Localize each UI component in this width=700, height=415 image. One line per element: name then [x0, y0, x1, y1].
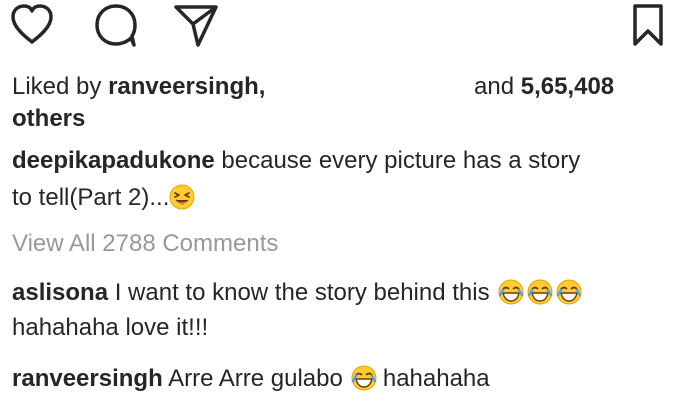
face-with-tears-of-joy-emoji [527, 279, 553, 305]
likes-others[interactable]: others [12, 104, 85, 134]
caption-line-2: to tell(Part 2)... [12, 183, 195, 213]
likes-prefix: Liked by [12, 73, 102, 100]
comment-bubble-icon[interactable] [92, 2, 140, 48]
comment-row: ranveersingh Arre Arre gulabo hahahaha [12, 364, 490, 394]
comment-text: Arre Arre gulabo [168, 365, 343, 392]
heart-icon[interactable] [8, 2, 56, 46]
comment-text-line1: I want to know the story behind this [114, 279, 490, 306]
comment-text-after: hahahaha [382, 365, 490, 392]
action-bar [0, 0, 700, 60]
likes-and-text: and [474, 73, 515, 100]
comment-line-2: hahahaha love it!!! [12, 314, 209, 341]
comment-row: aslisona I want to know the story behind… [12, 278, 582, 308]
likes-count-group: and 5,65,408 [474, 72, 614, 102]
face-with-tears-of-joy-emoji [498, 279, 524, 305]
liked-by-user-link[interactable]: ranveersingh, [108, 73, 265, 100]
face-with-tears-of-joy-emoji [351, 365, 377, 391]
view-all-comments-link[interactable]: View All 2788 Comments [12, 229, 278, 259]
caption-username-link[interactable]: deepikapadukone [12, 147, 215, 174]
send-paper-plane-icon[interactable] [172, 2, 220, 48]
comment-username-link[interactable]: aslisona [12, 279, 108, 306]
squinting-tongue-face-emoji [169, 184, 195, 210]
bookmark-icon[interactable] [628, 2, 668, 48]
caption: deepikapadukone because every picture ha… [12, 146, 580, 176]
face-with-tears-of-joy-emoji [556, 279, 582, 305]
likes-count[interactable]: 5,65,408 [521, 73, 614, 100]
caption-text-line2: to tell(Part 2)... [12, 184, 170, 211]
comment-username-link[interactable]: ranveersingh [12, 365, 163, 392]
caption-text-line1: because every picture has a story [221, 147, 581, 174]
